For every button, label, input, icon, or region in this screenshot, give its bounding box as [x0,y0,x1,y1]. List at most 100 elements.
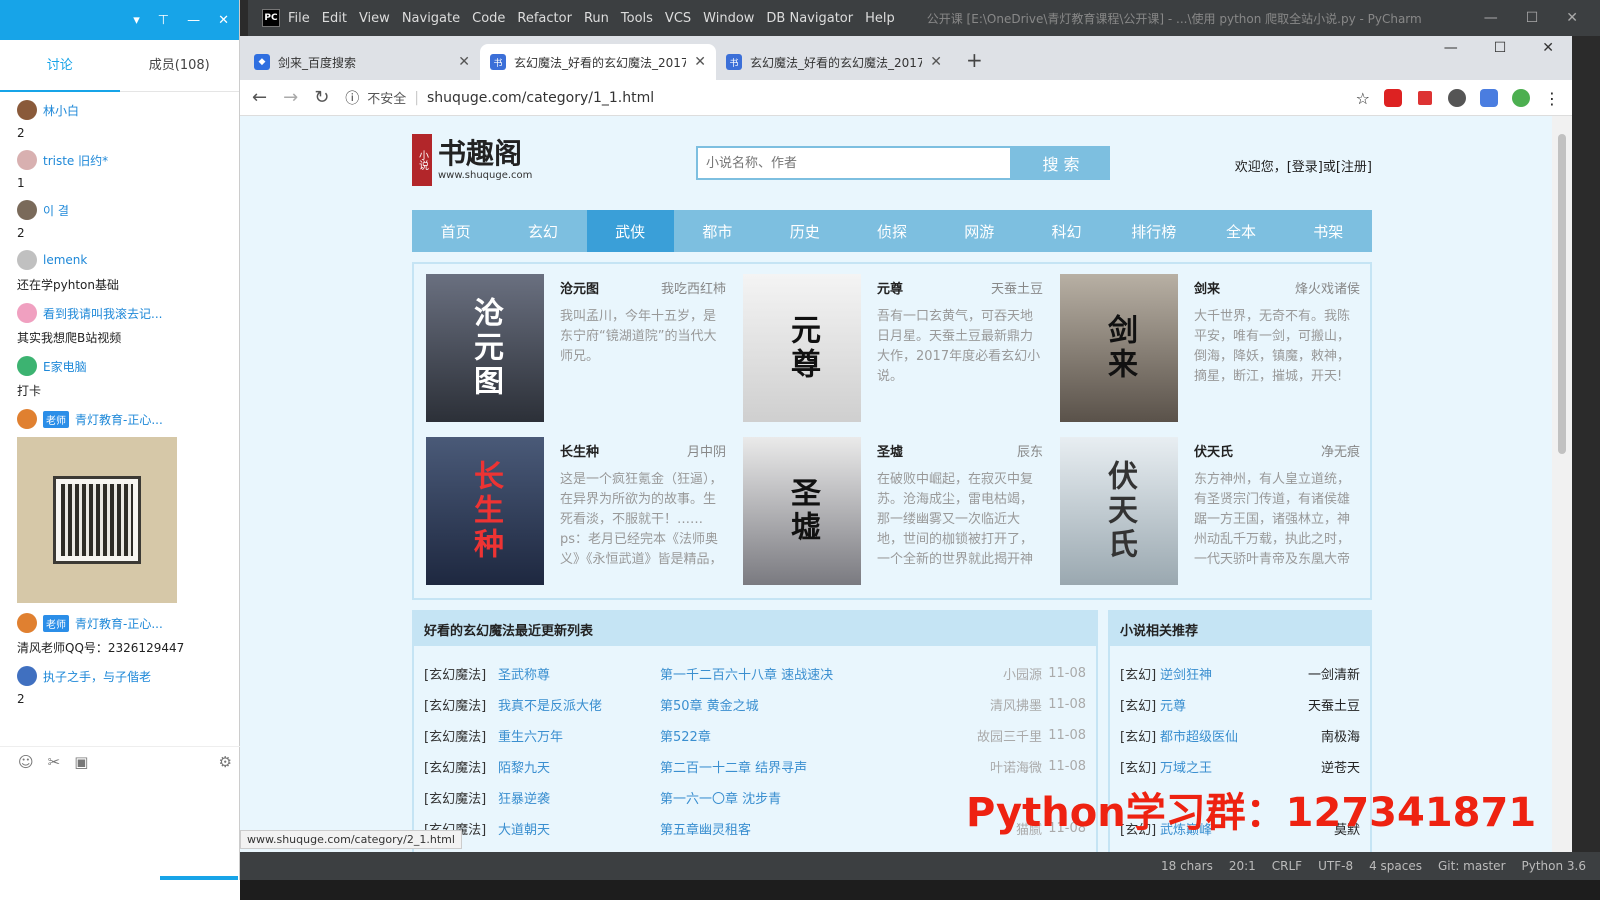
avatar[interactable] [17,303,37,323]
profile-avatar-icon[interactable] [1512,88,1530,107]
status-item[interactable]: 18 chars [1161,859,1213,873]
book-title[interactable]: 元尊 [877,278,903,297]
chat-username[interactable]: triste 旧约* [43,152,108,169]
avatar[interactable] [17,100,37,120]
close-tab-icon[interactable]: ✕ [694,54,706,70]
avatar[interactable] [17,409,37,429]
update-chapter-link[interactable]: 第一六一〇章 沈步青 [660,788,962,807]
tab-members[interactable]: 成员(108) [120,40,240,92]
emoji-icon[interactable]: ☺ [18,753,34,771]
translate-icon[interactable] [1480,88,1498,107]
close-tab-icon[interactable]: ✕ [930,54,942,70]
chat-username[interactable]: 林小白 [43,102,79,119]
scissors-icon[interactable]: ✂ [48,753,61,771]
nav-item[interactable]: 排行榜 [1110,210,1197,252]
book-cover[interactable]: 元尊 [743,274,861,422]
minimize-icon[interactable]: — [1484,10,1498,26]
nav-item[interactable]: 科幻 [1023,210,1110,252]
close-icon[interactable]: ✕ [1542,40,1554,56]
book-title[interactable]: 长生种 [560,441,599,460]
menu-kebab-icon[interactable]: ⋮ [1544,89,1560,108]
search-input[interactable] [696,146,1012,180]
extension-circle-icon[interactable] [1448,88,1466,107]
book-cover[interactable]: 沧元图 [426,274,544,422]
nav-item[interactable]: 全本 [1197,210,1284,252]
avatar[interactable] [17,666,37,686]
chat-username[interactable]: lemenk [43,253,87,267]
menu-item-view[interactable]: View [359,11,390,26]
status-item[interactable]: CRLF [1272,859,1302,873]
book-cover[interactable]: 长生种 [426,437,544,585]
book-cover[interactable]: 圣墟 [743,437,861,585]
new-tab-icon[interactable]: + [966,48,983,72]
dropdown-icon[interactable]: ▾ [133,13,140,28]
avatar[interactable] [17,200,37,220]
status-item[interactable]: Python 3.6 [1522,859,1587,873]
menu-item-tools[interactable]: Tools [621,11,653,26]
login-links[interactable]: 欢迎您，[登录]或[注册] [1235,156,1372,175]
menu-item-help[interactable]: Help [865,11,895,26]
close-tab-icon[interactable]: ✕ [458,54,470,70]
menu-item-file[interactable]: File [288,11,310,26]
book-card[interactable]: 元尊 元尊 天蚕土豆 吾有一口玄黄气，可吞天地日月星。天蚕土豆最新鼎力大作，2017年… [743,274,1043,424]
update-chapter-link[interactable]: 第二百一十二章 结界寻声 [660,757,962,776]
nav-item[interactable]: 都市 [674,210,761,252]
status-item[interactable]: 4 spaces [1369,859,1422,873]
forward-arrow-icon[interactable]: → [283,87,298,108]
chat-username[interactable]: 执子之手，与子偕老 [43,668,151,685]
extension-fe-icon[interactable] [1416,88,1434,107]
rec-book-link[interactable]: 逆剑狂神 [1160,664,1308,683]
site-logo[interactable]: 小说 书趣阁 www.shuquge.com [412,134,532,186]
back-arrow-icon[interactable]: ← [252,87,267,108]
info-icon[interactable]: ⓘ [345,88,359,108]
update-chapter-link[interactable]: 第一千二百六十八章 速战速决 [660,664,962,683]
minimize-icon[interactable]: — [1444,40,1458,56]
extension-red-icon[interactable] [1384,88,1402,107]
menu-item-edit[interactable]: Edit [322,11,347,26]
book-card[interactable]: 剑来 剑来 烽火戏诸侯 大千世界，无奇不有。我陈平安，唯有一剑，可搬山，倒海，降妖，镇… [1060,274,1360,424]
page-scrollbar[interactable] [1552,116,1572,866]
rec-book-link[interactable]: 元尊 [1160,695,1308,714]
maximize-icon[interactable]: ☐ [1526,10,1539,26]
menu-item-code[interactable]: Code [472,11,505,26]
nav-item[interactable]: 网游 [936,210,1023,252]
menu-item-db-navigator[interactable]: DB Navigator [766,11,853,26]
tab-discussion[interactable]: 讨论 [0,40,120,92]
book-cover[interactable]: 伏天氏 [1060,437,1178,585]
book-card[interactable]: 伏天氏 伏天氏 净无痕 东方神州，有人皇立道统，有圣贤宗门传道，有诸侯雄踞一方王国，诸… [1060,437,1360,587]
image-icon[interactable]: ▣ [74,753,88,771]
update-book-link[interactable]: 大道朝天 [498,819,660,838]
book-cover[interactable]: 剑来 [1060,274,1178,422]
star-icon[interactable]: ☆ [1356,89,1370,108]
maximize-icon[interactable]: ☐ [1494,40,1507,56]
update-book-link[interactable]: 我真不是反派大佬 [498,695,660,714]
url-text[interactable]: shuquge.com/category/1_1.html [427,90,654,106]
gear-icon[interactable]: ⚙ [219,753,232,771]
close-icon[interactable]: ✕ [218,13,229,28]
search-button[interactable]: 搜 索 [1012,146,1110,180]
menu-item-run[interactable]: Run [584,11,609,26]
book-title[interactable]: 圣墟 [877,441,903,460]
chat-username[interactable]: E家电脑 [43,358,87,375]
update-book-link[interactable]: 圣武称尊 [498,664,660,683]
status-item[interactable]: Git: master [1438,859,1506,873]
browser-tab-active[interactable]: 书 玄幻魔法_好看的玄幻魔法_2017 ✕ [480,44,716,80]
update-chapter-link[interactable]: 第五章幽灵租客 [660,819,962,838]
chat-username[interactable]: 看到我请叫我滚去记... [43,305,162,322]
avatar[interactable] [17,613,37,633]
status-item[interactable]: 20:1 [1229,859,1256,873]
chat-username[interactable]: 이 결 [43,202,69,219]
chat-username[interactable]: 青灯教育-正心... [75,615,163,632]
book-card[interactable]: 沧元图 沧元图 我吃西红柿 我叫孟川，今年十五岁，是东宁府“镜湖道院”的当代大师兄。 [426,274,726,424]
book-card[interactable]: 长生种 长生种 月中阴 这是一个疯狂氪金（狂逼），在异界为所欲为的故事。生死看淡，不服… [426,437,726,587]
update-chapter-link[interactable]: 第522章 [660,726,962,745]
close-icon[interactable]: ✕ [1566,10,1578,26]
qr-code-image[interactable] [17,437,177,603]
update-book-link[interactable]: 狂暴逆袭 [498,788,660,807]
book-title[interactable]: 沧元图 [560,278,599,297]
menu-item-navigate[interactable]: Navigate [402,11,460,26]
update-chapter-link[interactable]: 第50章 黄金之城 [660,695,962,714]
menu-item-refactor[interactable]: Refactor [517,11,572,26]
nav-item[interactable]: 侦探 [848,210,935,252]
browser-tab[interactable]: ◆ 剑来_百度搜索 ✕ [244,44,480,80]
